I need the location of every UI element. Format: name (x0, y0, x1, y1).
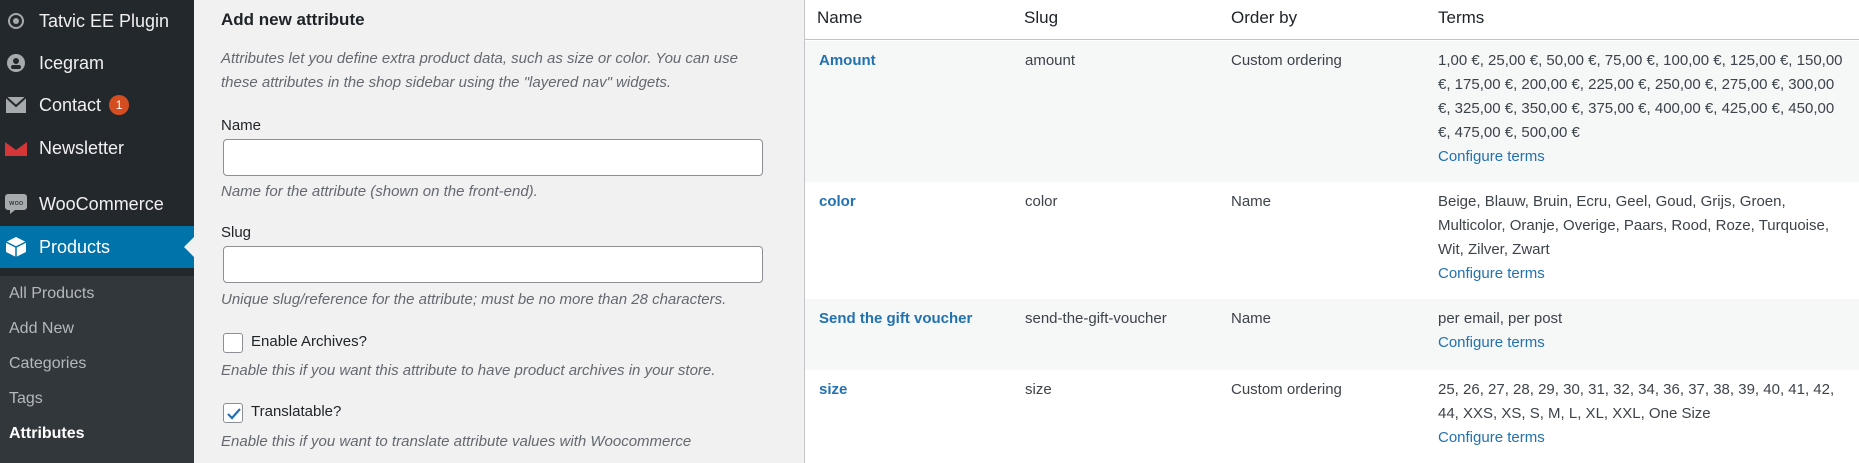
intro-line-1: Attributes let you define extra product … (221, 50, 738, 67)
translatable-label[interactable]: Translatable? (251, 403, 341, 420)
menu-item-label: Contact (39, 94, 102, 115)
terms-line: €, 175,00 €, 200,00 €, 225,00 €, 250,00 … (1438, 76, 1835, 93)
table-row: Send the gift voucher send-the-gift-vouc… (805, 299, 1859, 370)
svg-text:woo: woo (9, 199, 23, 207)
terms-line: 44, XXS, XS, S, M, L, XL, XXL, One Size (1438, 405, 1711, 422)
menu-item-tatvic[interactable]: Tatvic EE Plugin (0, 0, 194, 42)
woocommerce-icon: woo (4, 192, 28, 216)
terms-line: Multicolor, Oranje, Overige, Paars, Rood… (1438, 217, 1830, 234)
submenu-add-new[interactable]: Add New (9, 320, 74, 338)
attribute-name-input[interactable] (223, 139, 763, 176)
products-icon (4, 235, 28, 259)
notification-badge: 1 (109, 95, 130, 115)
terms-line: per email, per post (1438, 310, 1563, 327)
form-title: Add new attribute (221, 10, 365, 29)
header-slug[interactable]: Slug (1024, 8, 1058, 28)
newsletter-icon (4, 136, 28, 160)
attribute-slug: amount (1025, 52, 1076, 69)
enable-archives-label[interactable]: Enable Archives? (251, 333, 367, 350)
menu-item-label: Icegram (39, 52, 105, 73)
configure-terms-link[interactable]: Configure terms (1438, 145, 1856, 169)
attribute-terms: 25, 26, 27, 28, 29, 30, 31, 32, 34, 36, … (1438, 378, 1856, 450)
terms-line: 1,00 €, 25,00 €, 50,00 €, 75,00 €, 100,0… (1438, 52, 1843, 69)
submenu-categories[interactable]: Categories (9, 355, 86, 373)
name-label: Name (221, 117, 262, 134)
menu-item-label: Products (39, 236, 111, 257)
icegram-icon (4, 51, 28, 75)
slug-label: Slug (221, 224, 252, 241)
attribute-slug: color (1025, 193, 1058, 210)
menu-item-label: WooCommerce (39, 193, 164, 214)
archives-description: Enable this if you want this attribute t… (221, 362, 716, 379)
enable-archives-checkbox[interactable] (223, 333, 243, 353)
menu-item-woocommerce[interactable]: woo WooCommerce (0, 183, 194, 225)
attribute-order-by: Name (1231, 193, 1272, 210)
attribute-name-link[interactable]: size (819, 378, 847, 402)
table-row: Amount amount Custom ordering 1,00 €, 25… (805, 41, 1859, 182)
terms-line: Beige, Blauw, Bruin, Ecru, Geel, Goud, G… (1438, 193, 1786, 210)
menu-item-contact[interactable]: Contact 1 (0, 84, 194, 126)
table-row: color color Name Beige, Blauw, Bruin, Ec… (805, 182, 1859, 299)
name-description: Name for the attribute (shown on the fro… (221, 183, 538, 200)
attribute-order-by: Custom ordering (1231, 381, 1342, 398)
attribute-slug: size (1025, 381, 1052, 398)
attribute-slug: send-the-gift-voucher (1025, 310, 1167, 327)
submenu-all-products[interactable]: All Products (9, 285, 94, 303)
slug-description: Unique slug/reference for the attribute;… (221, 291, 727, 308)
terms-line: Wit, Zilver, Zwart (1438, 241, 1550, 258)
terms-line: 25, 26, 27, 28, 29, 30, 31, 32, 34, 36, … (1438, 381, 1835, 398)
table-row: size size Custom ordering 25, 26, 27, 28… (805, 370, 1859, 463)
configure-terms-link[interactable]: Configure terms (1438, 262, 1856, 286)
form-intro: Attributes let you define extra product … (221, 47, 738, 95)
attribute-name-link[interactable]: color (819, 190, 856, 214)
terms-line: €, 475,00 €, 500,00 € (1438, 124, 1580, 141)
attribute-name-link[interactable]: Amount (819, 49, 876, 73)
submenu-attributes[interactable]: Attributes (9, 425, 85, 443)
submenu-tags[interactable]: Tags (9, 390, 43, 408)
header-terms[interactable]: Terms (1438, 8, 1484, 28)
menu-item-label: Tatvic EE Plugin (39, 10, 170, 31)
table-header: Name Slug Order by Terms (805, 0, 1859, 40)
menu-item-label: Newsletter (39, 137, 125, 158)
attribute-order-by: Name (1231, 310, 1272, 327)
configure-terms-link[interactable]: Configure terms (1438, 331, 1856, 355)
header-order-by[interactable]: Order by (1231, 8, 1297, 28)
translatable-checkbox[interactable] (223, 403, 243, 423)
attribute-order-by: Custom ordering (1231, 52, 1342, 69)
attribute-slug-input[interactable] (223, 246, 763, 283)
products-submenu: All Products Add New Categories Tags Att… (0, 276, 194, 463)
menu-item-newsletter[interactable]: Newsletter (0, 127, 194, 169)
menu-item-icegram[interactable]: Icegram (0, 42, 194, 84)
header-name[interactable]: Name (817, 8, 862, 28)
attributes-table: Name Slug Order by Terms Amount amount C… (805, 0, 1859, 463)
menu-item-products[interactable]: Products (0, 226, 194, 268)
mail-icon (4, 93, 28, 117)
attribute-terms: per email, per post Configure terms (1438, 307, 1856, 355)
attribute-terms: 1,00 €, 25,00 €, 50,00 €, 75,00 €, 100,0… (1438, 49, 1856, 169)
attribute-name-link[interactable]: Send the gift voucher (819, 307, 972, 331)
checkmark-icon (227, 408, 241, 420)
terms-line: €, 325,00 €, 350,00 €, 375,00 €, 400,00 … (1438, 100, 1835, 117)
configure-terms-link[interactable]: Configure terms (1438, 426, 1856, 450)
intro-line-2: these attributes in the shop sidebar usi… (221, 74, 672, 91)
admin-sidebar: Tatvic EE Plugin Icegram Contact 1 Newsl… (0, 0, 194, 463)
tatvic-icon (4, 9, 28, 33)
translatable-description: Enable this if you want to translate att… (221, 433, 692, 450)
attribute-terms: Beige, Blauw, Bruin, Ecru, Geel, Goud, G… (1438, 190, 1856, 286)
add-attribute-form: Add new attribute Attributes let you def… (194, 0, 804, 463)
